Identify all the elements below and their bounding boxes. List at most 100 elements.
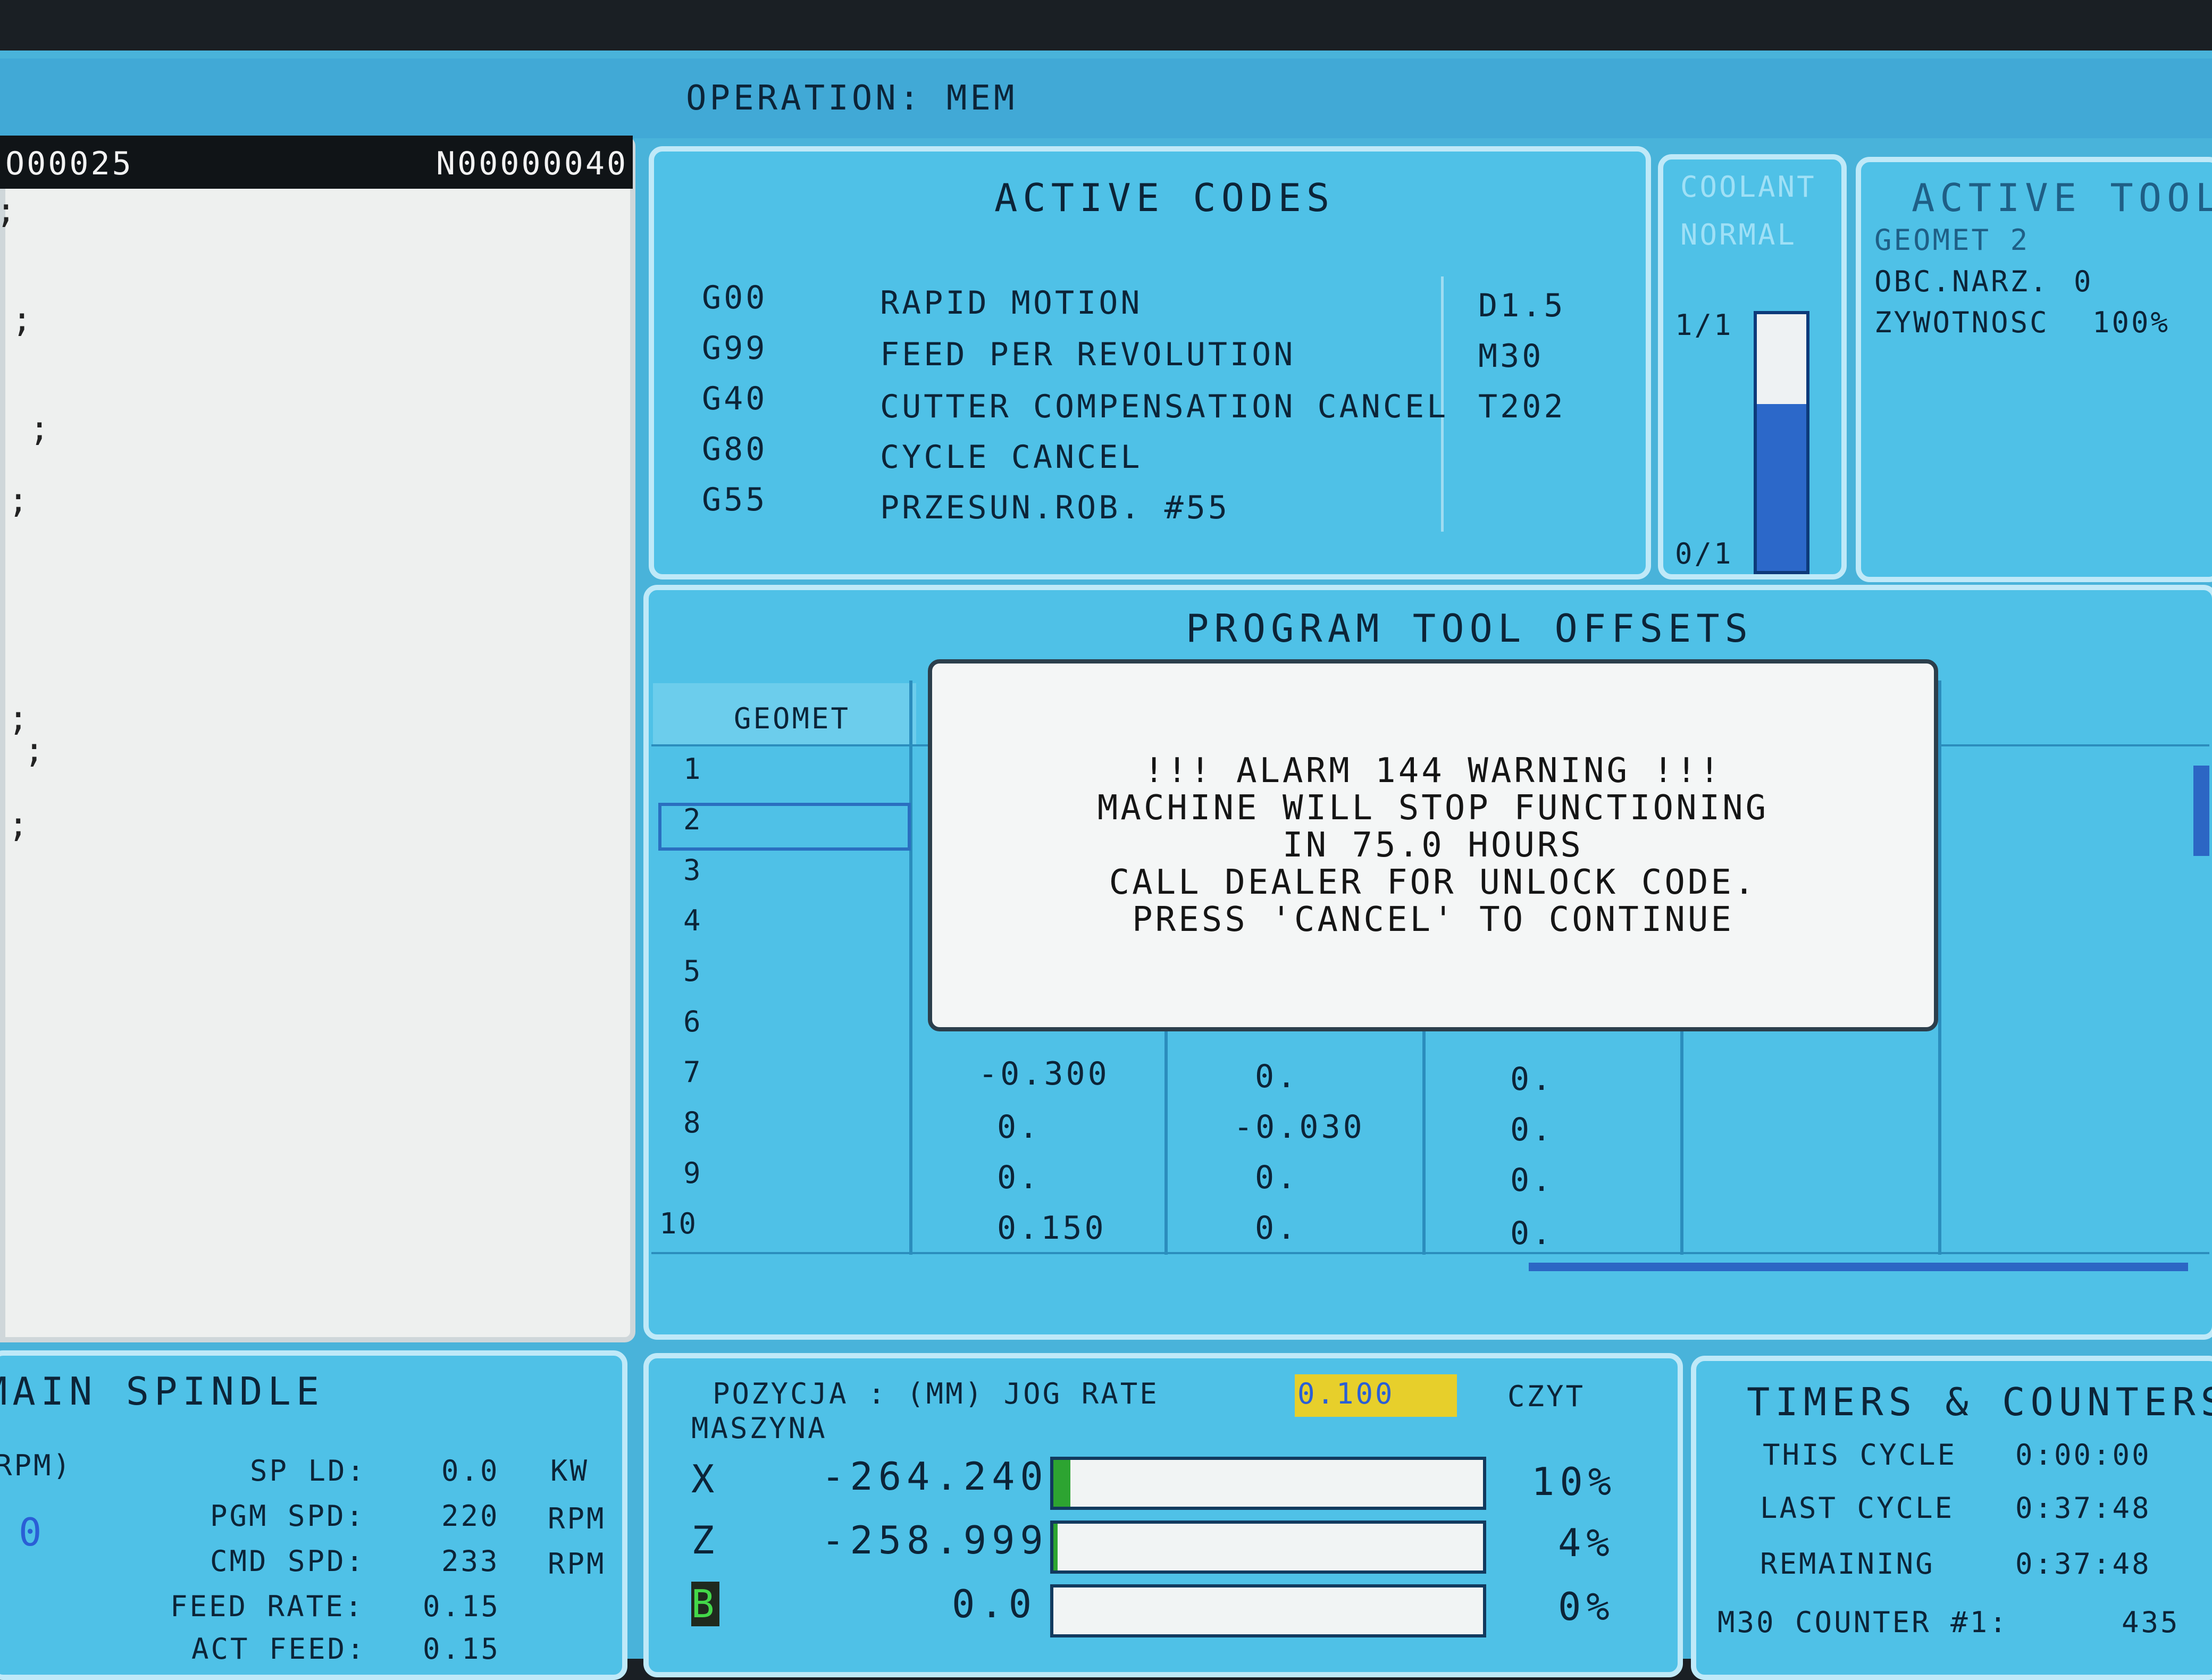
tool-life-label: ZYWOTNOSC bbox=[1874, 306, 2049, 339]
alarm-message: MACHINE WILL STOP FUNCTIONING bbox=[1097, 788, 1769, 828]
axis-b-load-bar bbox=[1050, 1584, 1486, 1637]
timers-title: TIMERS & COUNTERS bbox=[1747, 1380, 2212, 1424]
horizontal-scrollbar[interactable] bbox=[1529, 1263, 2188, 1271]
active-codes-title: ACTIVE CODES bbox=[994, 175, 1335, 220]
offset-z-value[interactable]: 0. bbox=[1255, 1058, 1298, 1095]
axis-x-value: -264.240 bbox=[822, 1454, 1049, 1499]
offset-row-number[interactable]: 7 bbox=[683, 1055, 703, 1089]
alarm-title: !!! ALARM 144 WARNING !!! bbox=[1143, 751, 1723, 791]
axis-x-load-bar bbox=[1050, 1457, 1486, 1510]
command-speed-label: CMD SPD: bbox=[210, 1544, 366, 1578]
offset-row-number[interactable]: 3 bbox=[683, 853, 703, 887]
code: G40 bbox=[702, 380, 768, 417]
offset-row-number[interactable]: 2 bbox=[683, 803, 703, 836]
offset-r-value[interactable]: 0. bbox=[1510, 1162, 1554, 1199]
coolant-min-label: 0/1 bbox=[1675, 537, 1733, 570]
m30-counter-value: 435 bbox=[2122, 1606, 2180, 1639]
program-speed-label: PGM SPD: bbox=[210, 1499, 366, 1533]
offset-row-number[interactable]: 4 bbox=[683, 904, 703, 937]
alarm-dialog[interactable]: !!! ALARM 144 WARNING !!! MACHINE WILL S… bbox=[928, 659, 1938, 1031]
position-label: POZYCJA : (MM) JOG RATE bbox=[713, 1377, 1159, 1410]
code: G55 bbox=[702, 481, 768, 518]
vertical-scrollbar[interactable] bbox=[2193, 766, 2209, 856]
program-number: O00025 bbox=[5, 145, 133, 182]
code-description: CUTTER COMPENSATION CANCEL bbox=[880, 388, 1449, 425]
operation-mode: OPERATION: MEM bbox=[686, 79, 1018, 118]
code-line-end: ; bbox=[29, 409, 50, 449]
last-cycle-label: LAST CYCLE bbox=[1760, 1491, 1955, 1525]
offset-row-number[interactable]: 10 bbox=[659, 1207, 698, 1240]
actual-feed-value: 0.15 bbox=[423, 1632, 501, 1666]
coolant-max-label: 1/1 bbox=[1675, 308, 1733, 342]
feed-rate-value: 0.15 bbox=[423, 1590, 501, 1623]
this-cycle-value: 0:00:00 bbox=[2015, 1438, 2151, 1472]
offset-row-number[interactable]: 6 bbox=[683, 1005, 703, 1038]
offset-x-value[interactable]: 0.150 bbox=[997, 1209, 1107, 1247]
code-line-end: ; bbox=[8, 805, 29, 845]
coolant-gauge bbox=[1754, 311, 1809, 574]
alarm-hours: IN 75.0 HOURS bbox=[1283, 826, 1583, 865]
code-description: CYCLE CANCEL bbox=[880, 439, 1143, 476]
spindle-rpm-label: RPM) bbox=[0, 1449, 73, 1482]
offset-x-value[interactable]: -0.300 bbox=[978, 1055, 1110, 1093]
monitor-bezel bbox=[0, 0, 2212, 51]
program-panel[interactable] bbox=[0, 136, 635, 1342]
code-line-end: ; bbox=[8, 481, 29, 520]
command-speed-value: 233 bbox=[441, 1544, 500, 1578]
main-spindle-title: MAIN SPINDLE bbox=[0, 1369, 325, 1414]
jog-rate-value[interactable]: 0.100 bbox=[1297, 1377, 1395, 1410]
offset-row-number[interactable]: 1 bbox=[683, 752, 703, 786]
offset-r-value[interactable]: 0. bbox=[1510, 1215, 1554, 1252]
axis-x-label: X bbox=[691, 1457, 720, 1501]
tool-offsets-title: PROGRAM TOOL OFFSETS bbox=[1186, 606, 1753, 651]
active-t-code: T202 bbox=[1478, 388, 1566, 425]
active-m-code: M30 bbox=[1478, 338, 1544, 375]
offset-z-value[interactable]: 0. bbox=[1255, 1159, 1298, 1196]
axis-z-load: 4% bbox=[1558, 1521, 1615, 1565]
offset-z-value[interactable]: 0. bbox=[1255, 1209, 1298, 1247]
code: G00 bbox=[702, 279, 768, 316]
axis-b-load: 0% bbox=[1558, 1584, 1615, 1629]
column-divider bbox=[909, 681, 912, 1255]
code-description: FEED PER REVOLUTION bbox=[880, 336, 1296, 373]
offset-z-value[interactable]: -0.030 bbox=[1234, 1108, 1365, 1146]
code-line-end: ; bbox=[24, 731, 45, 770]
axis-b-value: 0.0 bbox=[952, 1582, 1037, 1626]
active-d-code: D1.5 bbox=[1478, 287, 1566, 324]
offset-x-value[interactable]: 0. bbox=[997, 1108, 1041, 1146]
read-mode: CZYT bbox=[1507, 1380, 1586, 1413]
offset-row-number[interactable]: 8 bbox=[683, 1106, 703, 1139]
offset-row-number[interactable]: 5 bbox=[683, 954, 703, 988]
offset-row-number[interactable]: 9 bbox=[683, 1156, 703, 1190]
offset-r-value[interactable]: 0. bbox=[1510, 1061, 1554, 1098]
tool-life-value: 100% bbox=[2092, 306, 2171, 339]
axis-b-label[interactable]: B bbox=[691, 1582, 720, 1626]
tool-geomet: GEOMET 2 bbox=[1874, 223, 2030, 257]
axis-z-label: Z bbox=[691, 1518, 720, 1563]
axis-x-load: 10% bbox=[1531, 1459, 1617, 1504]
last-cycle-value: 0:37:48 bbox=[2015, 1491, 2151, 1525]
offsets-header: GEOMET bbox=[734, 702, 851, 735]
program-speed-value: 220 bbox=[441, 1499, 500, 1533]
spindle-load-value: 0.0 bbox=[441, 1454, 500, 1488]
code-line-end: ; bbox=[0, 191, 16, 231]
program-header: O00025 N00000040 bbox=[0, 136, 633, 189]
program-speed-unit: RPM bbox=[548, 1502, 606, 1535]
axis-z-value: -258.999 bbox=[822, 1518, 1049, 1563]
tool-offset-value: 0 bbox=[2074, 265, 2093, 298]
offset-r-value[interactable]: 0. bbox=[1510, 1111, 1554, 1148]
column-divider bbox=[1938, 681, 1941, 1255]
code: G80 bbox=[702, 431, 768, 468]
active-tool-panel bbox=[1856, 157, 2212, 582]
offset-x-value[interactable]: 0. bbox=[997, 1159, 1041, 1196]
coolant-level bbox=[1757, 404, 1806, 571]
spindle-load-label: SP LD: bbox=[250, 1454, 367, 1488]
code-description: RAPID MOTION bbox=[880, 284, 1143, 322]
coolant-title: COOLANT bbox=[1680, 170, 1816, 204]
axis-z-load-fill bbox=[1053, 1524, 1058, 1570]
code: G99 bbox=[702, 330, 768, 367]
tool-offset-label: OBC.NARZ. bbox=[1874, 265, 2049, 298]
coordinate-mode: MASZYNA bbox=[691, 1412, 827, 1445]
alarm-instruction: CALL DEALER FOR UNLOCK CODE. bbox=[1109, 863, 1757, 902]
spindle-load-unit: KW bbox=[550, 1454, 590, 1488]
